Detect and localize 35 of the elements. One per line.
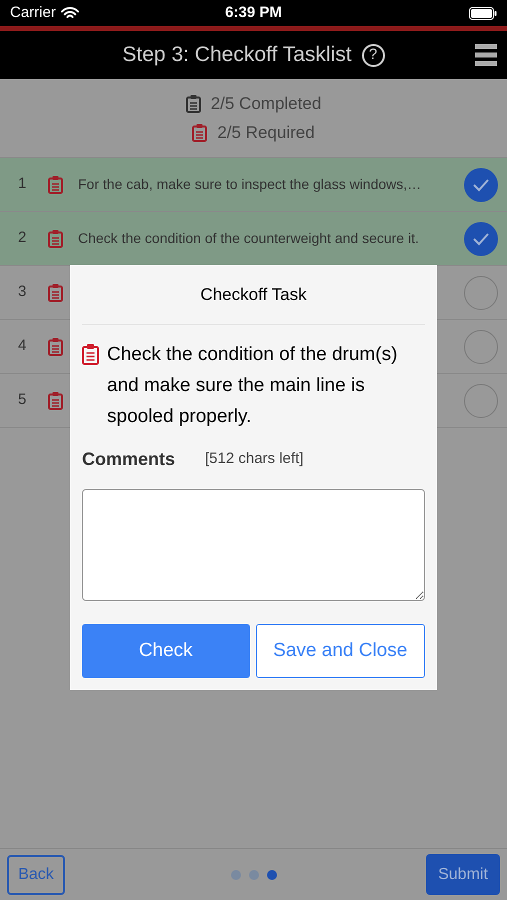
wifi-icon	[60, 6, 79, 20]
submit-button[interactable]: Submit	[426, 854, 500, 895]
comments-label: Comments	[82, 448, 176, 471]
chars-left-counter: [512 chars left]	[205, 449, 304, 470]
task-number: 1	[18, 174, 28, 194]
clipboard-icon	[192, 123, 208, 142]
clipboard-icon	[82, 343, 99, 365]
clock-time: 6:39 PM	[225, 2, 282, 23]
task-text: Check the condition of the counterweight and secure it.	[78, 229, 420, 248]
task-row[interactable]: 2 Check the condition of the counterweight and secure it.	[0, 212, 507, 266]
dialog-title: Checkoff Task	[200, 284, 307, 306]
clipboard-icon	[48, 283, 63, 302]
battery-icon	[469, 6, 497, 20]
page-title: Step 3: Checkoff Tasklist	[122, 42, 352, 68]
clipboard-icon	[48, 391, 63, 410]
task-text: For the cab, make sure to inspect the glass windows,…	[78, 175, 422, 194]
clipboard-icon	[48, 337, 63, 356]
clipboard-icon	[48, 229, 63, 248]
task-number: 2	[18, 228, 28, 248]
check-button[interactable]: Check	[82, 624, 250, 678]
task-number: 4	[18, 336, 28, 356]
help-button[interactable]: ?	[362, 44, 385, 66]
task-number: 5	[18, 390, 28, 410]
carrier-label: Carrier	[10, 2, 56, 23]
summary-text: 2/5 Required	[217, 122, 315, 144]
clipboard-icon	[186, 94, 201, 113]
task-number: 3	[18, 282, 28, 302]
task-description: Check the condition of the drum(s) and make sure the main line is spooled properly.	[107, 343, 398, 429]
task-row[interactable]: 1 For the cab, make sure to inspect the glass windows,…	[0, 158, 507, 212]
menu-icon[interactable]	[475, 44, 497, 66]
comments-field[interactable]	[82, 489, 425, 601]
save-close-button[interactable]: Save and Close	[256, 624, 425, 678]
clipboard-icon	[48, 175, 63, 194]
back-button[interactable]: Back	[7, 854, 65, 894]
summary-text: 2/5 Completed	[210, 92, 322, 114]
